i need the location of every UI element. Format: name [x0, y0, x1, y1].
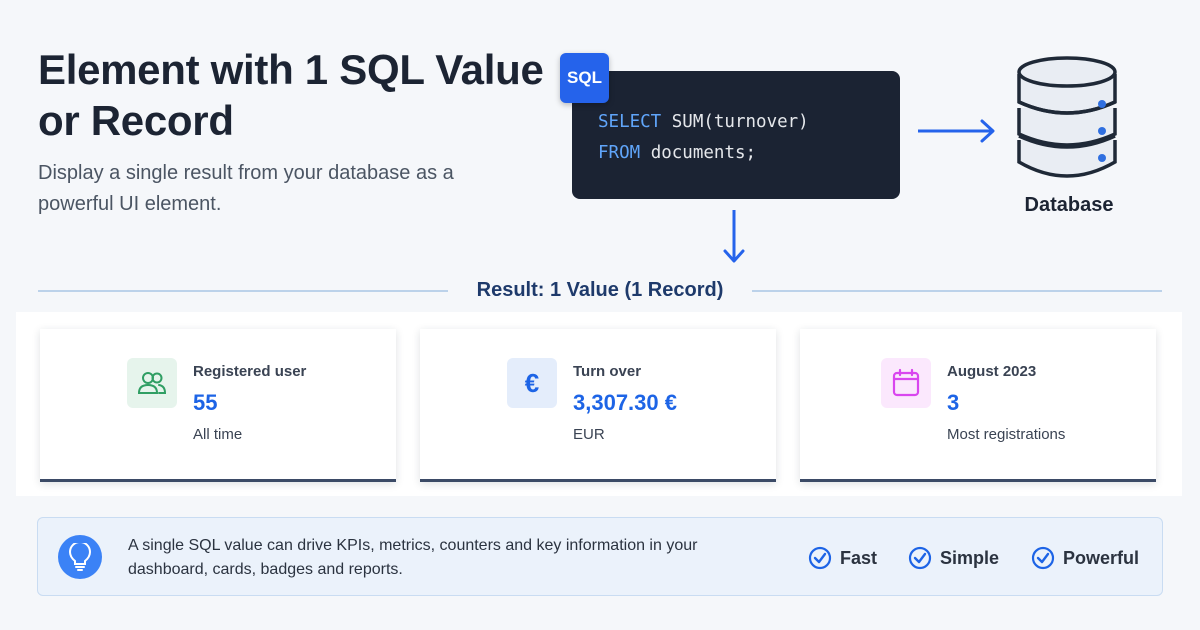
- card-subtext: EUR: [573, 426, 605, 443]
- feature-label: Simple: [940, 547, 1000, 568]
- card-subtext: All time: [193, 426, 243, 443]
- card-label: Turn over: [573, 363, 642, 380]
- calendar-icon: [881, 358, 931, 408]
- sql-line-2-rest: documents;: [640, 143, 757, 163]
- database-label: Database: [1024, 194, 1114, 216]
- info-text: A single SQL value can drive KPIs, metri…: [128, 537, 698, 578]
- kpi-card-registered-users: Registered user 55 All time: [40, 329, 396, 482]
- check-circle-icon: [808, 546, 832, 570]
- kpi-card-turnover: € Turn over 3,307.30 € EUR: [420, 329, 776, 482]
- euro-icon: €: [507, 358, 557, 408]
- sql-code-box: SELECT SUM(turnover) FROM documents;: [572, 71, 900, 199]
- sql-keyword-from: FROM: [598, 143, 641, 163]
- divider-left: [38, 290, 448, 292]
- users-icon: [127, 358, 177, 408]
- arrow-down-icon: [723, 210, 745, 263]
- feature-simple: Simple: [908, 546, 999, 570]
- card-subtext: Most registrations: [947, 426, 1066, 443]
- card-value: 3: [947, 390, 960, 415]
- check-circle-icon: [1031, 546, 1055, 570]
- card-label: August 2023: [947, 363, 1037, 380]
- sql-line-2: FROM documents;: [598, 143, 756, 163]
- database-icon: [1017, 56, 1117, 178]
- sql-line-1: SELECT SUM(turnover): [598, 112, 809, 132]
- page-subtitle: Display a single result from your databa…: [38, 162, 454, 215]
- sql-badge: SQL: [560, 53, 609, 103]
- sql-keyword-select: SELECT: [598, 112, 662, 132]
- feature-fast: Fast: [808, 546, 877, 570]
- lightbulb-icon: [58, 535, 102, 579]
- kpi-card-august-2023: August 2023 3 Most registrations: [800, 329, 1156, 482]
- result-label: Result: 1 Value (1 Record): [476, 279, 724, 301]
- page-title: Element with 1 SQL Value or Record: [38, 46, 544, 144]
- feature-label: Powerful: [1063, 547, 1140, 568]
- card-value: 3,307.30 €: [573, 390, 677, 415]
- sql-line-1-rest: SUM(turnover): [661, 112, 809, 132]
- info-bar: A single SQL value can drive KPIs, metri…: [37, 517, 1163, 596]
- feature-label: Fast: [840, 547, 878, 568]
- check-circle-icon: [908, 546, 932, 570]
- card-value: 55: [193, 390, 218, 415]
- feature-powerful: Powerful: [1031, 546, 1139, 570]
- divider-right: [752, 290, 1162, 292]
- arrow-right-icon: [918, 119, 995, 143]
- card-label: Registered user: [193, 363, 307, 380]
